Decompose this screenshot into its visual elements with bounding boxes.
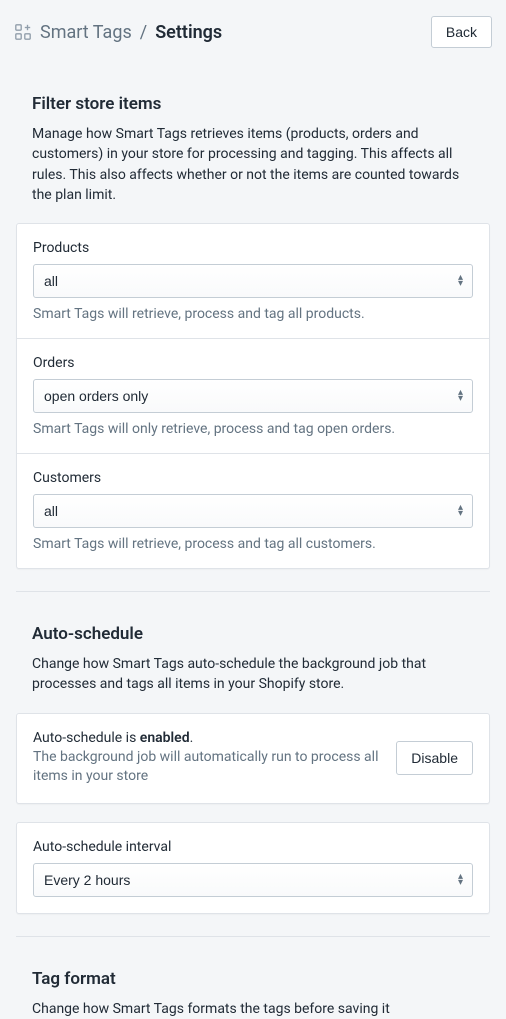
- auto-section-title: Auto-schedule: [16, 624, 490, 644]
- customers-select[interactable]: all: [33, 494, 473, 528]
- breadcrumb: Smart Tags / Settings: [14, 22, 222, 43]
- orders-help: Smart Tags will only retrieve, process a…: [33, 421, 473, 437]
- section-divider: [16, 936, 490, 937]
- filter-section-title: Filter store items: [16, 94, 490, 114]
- tagformat-section-desc: Change how Smart Tags formats the tags b…: [16, 999, 490, 1019]
- tagformat-section-title: Tag format: [16, 969, 490, 989]
- products-help: Smart Tags will retrieve, process and ta…: [33, 306, 473, 322]
- breadcrumb-app-label: Smart Tags: [40, 22, 132, 43]
- app-grid-icon: [14, 23, 32, 41]
- interval-label: Auto-schedule interval: [33, 839, 473, 855]
- auto-status-sub: The background job will automatically ru…: [33, 748, 380, 787]
- auto-interval-card: Auto-schedule interval Every 2 hours ▴▾: [16, 822, 490, 914]
- breadcrumb-app[interactable]: Smart Tags: [14, 22, 132, 43]
- auto-section-desc: Change how Smart Tags auto-schedule the …: [16, 654, 490, 695]
- customers-help: Smart Tags will retrieve, process and ta…: [33, 536, 473, 552]
- products-label: Products: [33, 240, 473, 256]
- breadcrumb-separator: /: [140, 22, 147, 43]
- auto-status-card: Auto-schedule is enabled. The background…: [16, 713, 490, 804]
- auto-status-text: Auto-schedule is enabled.: [33, 730, 380, 746]
- breadcrumb-current: Settings: [155, 22, 222, 43]
- section-divider: [16, 591, 490, 592]
- disable-button[interactable]: Disable: [396, 741, 473, 775]
- interval-select[interactable]: Every 2 hours: [33, 863, 473, 897]
- products-select[interactable]: all: [33, 264, 473, 298]
- customers-label: Customers: [33, 470, 473, 486]
- back-button[interactable]: Back: [431, 16, 492, 48]
- filter-card: Products all ▴▾ Smart Tags will retrieve…: [16, 223, 490, 569]
- filter-section-desc: Manage how Smart Tags retrieves items (p…: [16, 124, 490, 205]
- orders-label: Orders: [33, 355, 473, 371]
- orders-select[interactable]: open orders only: [33, 379, 473, 413]
